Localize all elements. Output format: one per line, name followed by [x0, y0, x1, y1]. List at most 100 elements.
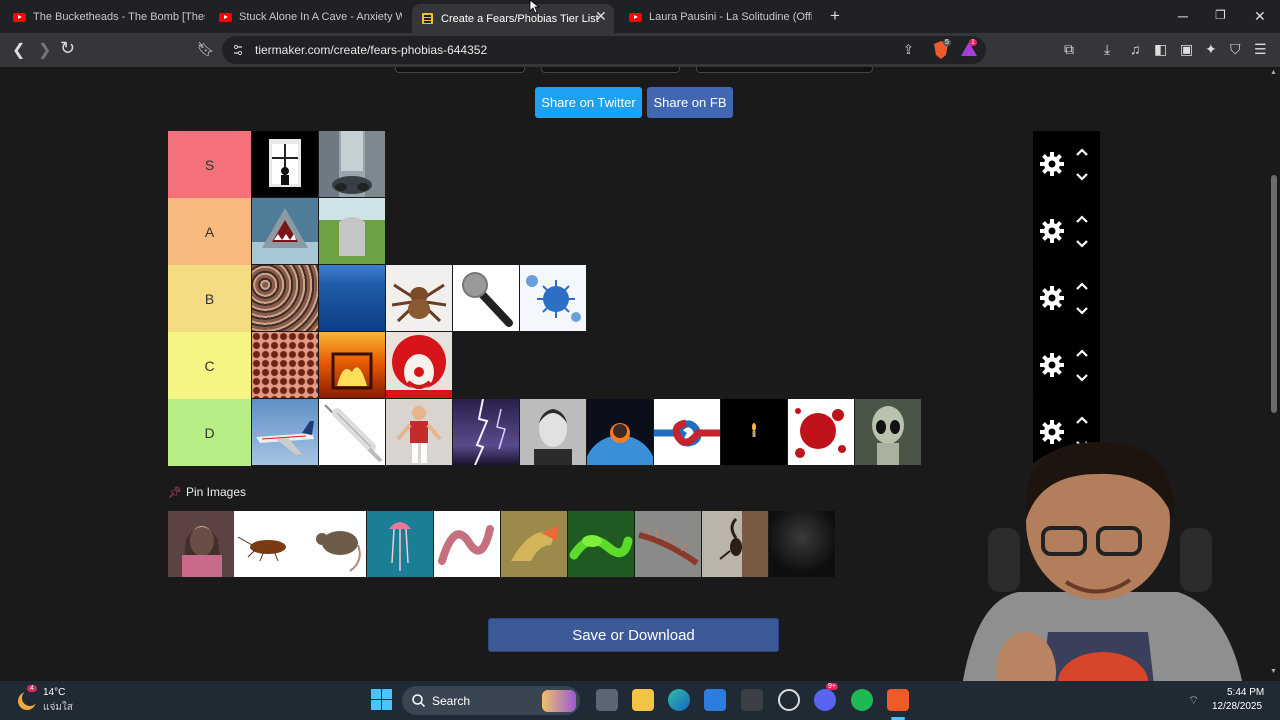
unranked-images[interactable]	[168, 511, 835, 577]
taskbar-search[interactable]: Search	[402, 686, 580, 715]
pin-item-lizard[interactable]	[501, 511, 567, 577]
vpn-icon[interactable]: ⛉	[1230, 41, 1241, 58]
reload-icon[interactable]: ↻	[60, 38, 75, 59]
tab-bucketheads[interactable]: The Bucketheads - The Bomb [These	[0, 4, 205, 30]
pin-icon[interactable]: 📌︎	[168, 486, 182, 499]
windows-start-icon[interactable]	[371, 689, 392, 710]
tier-item-blood[interactable]	[788, 399, 854, 465]
forward-icon[interactable]: ❯	[38, 40, 51, 60]
tier-item-syringe[interactable]	[319, 399, 385, 465]
pin-item-cockroach[interactable]	[234, 511, 300, 577]
tier-item-shark[interactable]	[252, 198, 318, 264]
task-view-icon[interactable]	[596, 689, 618, 711]
close-window-icon[interactable]: ✕	[1254, 8, 1266, 25]
gear-icon[interactable]	[1039, 218, 1065, 244]
tier-item-gravestone[interactable]	[319, 198, 385, 264]
tier-item-tarantula[interactable]	[386, 265, 452, 331]
tier-items[interactable]	[252, 198, 1032, 265]
tier-item-holes-trypophobia[interactable]	[252, 332, 318, 398]
page-scrollbar[interactable]: ▲ ▼	[1268, 67, 1280, 681]
dropdown-select[interactable]	[541, 67, 680, 73]
tier-label[interactable]: B	[168, 265, 251, 332]
share-fb-button[interactable]: Share on FB	[647, 87, 733, 118]
gear-icon[interactable]	[1039, 285, 1065, 311]
pin-item-snake[interactable]	[568, 511, 634, 577]
tier-item-window-figure[interactable]	[252, 131, 318, 197]
download-icon[interactable]: ⤓	[1104, 41, 1110, 58]
tier-item-marionette[interactable]	[386, 399, 452, 465]
pin-item-worm[interactable]	[434, 511, 500, 577]
discord-icon[interactable]: 9+	[814, 683, 838, 711]
gear-icon[interactable]	[1039, 352, 1065, 378]
dropdown-select[interactable]	[696, 67, 873, 73]
tier-item-clown[interactable]	[386, 332, 452, 398]
tier-item-candle-dark[interactable]	[721, 399, 787, 465]
gear-icon[interactable]	[1039, 151, 1065, 177]
sidebar-icon[interactable]: ◧	[1154, 41, 1167, 58]
menu-icon[interactable]: ☰	[1254, 41, 1267, 58]
tier-item-knot[interactable]	[654, 399, 720, 465]
tier-item-crowd[interactable]	[252, 265, 318, 331]
move-down-icon[interactable]	[1075, 304, 1089, 318]
dropdown-select[interactable]	[395, 67, 525, 73]
leo-ai-icon[interactable]: ✦	[1205, 41, 1217, 58]
tier-item-fire[interactable]	[319, 332, 385, 398]
brave-icon[interactable]	[887, 689, 909, 711]
share-icon[interactable]: ⇪	[903, 42, 914, 58]
tier-label[interactable]: D	[168, 399, 251, 466]
minimize-icon[interactable]: ─	[1178, 8, 1188, 24]
share-twitter-button[interactable]: Share on Twitter	[535, 87, 642, 118]
new-tab-button[interactable]: +	[830, 6, 840, 26]
tab-stuck-alone[interactable]: Stuck Alone In A Cave - Anxiety Warr	[206, 4, 402, 30]
scroll-down-icon[interactable]: ▼	[1270, 668, 1277, 675]
tier-item-asteroid-earth[interactable]	[587, 399, 653, 465]
move-down-icon[interactable]	[1075, 237, 1089, 251]
back-icon[interactable]: ❮	[12, 40, 25, 60]
tier-item-microphone[interactable]	[453, 265, 519, 331]
pin-item-scared-girl[interactable]	[168, 511, 234, 577]
tier-items[interactable]	[252, 131, 1032, 198]
network-icon[interactable]: ⌔	[1188, 693, 1199, 708]
app-icon[interactable]	[741, 689, 763, 711]
edge-icon[interactable]	[668, 689, 690, 711]
site-info-icon[interactable]	[232, 44, 244, 56]
close-tab-icon[interactable]: ✕	[595, 8, 607, 25]
move-up-icon[interactable]	[1075, 145, 1089, 159]
brave-rewards-icon[interactable]: 1	[960, 39, 980, 59]
weather-widget[interactable]: 4	[14, 685, 40, 713]
tier-item-virus[interactable]	[520, 265, 586, 331]
wallet-icon[interactable]: ▣	[1180, 41, 1193, 58]
tier-item-skyscraper-edge[interactable]	[319, 131, 385, 197]
move-up-icon[interactable]	[1075, 413, 1089, 427]
pin-item-scorpion[interactable]	[702, 511, 768, 577]
tab-laura-pausini[interactable]: Laura Pausini - La Solitudine (Official	[616, 4, 812, 30]
save-download-button[interactable]: Save or Download	[488, 618, 779, 652]
move-up-icon[interactable]	[1075, 279, 1089, 293]
tier-label[interactable]: C	[168, 332, 251, 399]
screenshot-icon[interactable]: ⧉	[1064, 41, 1074, 58]
clock-date[interactable]: 12/28/2025	[1212, 701, 1262, 712]
bookmark-icon[interactable]: 🔖︎	[197, 41, 215, 58]
pin-item-rat[interactable]	[300, 511, 366, 577]
obs-icon[interactable]	[778, 689, 800, 711]
file-explorer-icon[interactable]	[632, 689, 654, 711]
brave-shields-icon[interactable]: 5	[932, 39, 951, 60]
restore-icon[interactable]: ❐	[1215, 8, 1226, 22]
tier-items[interactable]	[252, 332, 1032, 399]
tier-item-ted-bundy[interactable]	[520, 399, 586, 465]
move-down-icon[interactable]	[1075, 170, 1089, 184]
move-up-icon[interactable]	[1075, 212, 1089, 226]
address-bar[interactable]: tiermaker.com/create/fears-phobias-64435…	[222, 36, 986, 64]
tier-item-ocean[interactable]	[319, 265, 385, 331]
tier-items[interactable]	[252, 265, 1032, 332]
tier-item-airplane[interactable]	[252, 399, 318, 465]
pin-item-centipede[interactable]	[635, 511, 701, 577]
scrollbar-thumb[interactable]	[1271, 175, 1277, 413]
tier-item-alien[interactable]	[855, 399, 921, 465]
spotify-icon[interactable]	[851, 689, 873, 711]
scroll-up-icon[interactable]: ▲	[1270, 69, 1277, 76]
tier-items[interactable]	[252, 399, 1032, 466]
media-icon[interactable]: ♫	[1130, 41, 1141, 57]
move-down-icon[interactable]	[1075, 371, 1089, 385]
tier-label[interactable]: A	[168, 198, 251, 265]
